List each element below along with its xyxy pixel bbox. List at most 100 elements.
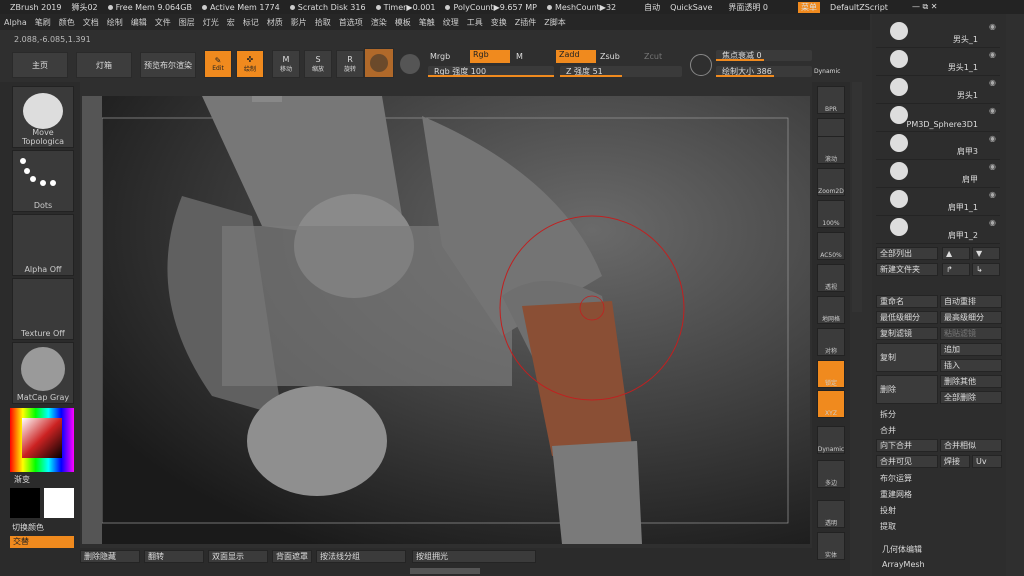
brush-tile[interactable]: Move Topologica [12, 86, 74, 148]
switch-color-button[interactable]: 切换颜色 [12, 522, 44, 533]
subtool-item[interactable]: 肩甲 ◉ [876, 158, 1000, 188]
menu-item-1[interactable]: 笔刷 [35, 17, 51, 28]
arrow-up-button[interactable]: ▲ [942, 247, 970, 260]
menu-item-18[interactable]: 纹理 [443, 17, 459, 28]
menu-item-11[interactable]: 材质 [267, 17, 283, 28]
lightbox-button[interactable]: 灯箱 [76, 52, 132, 78]
paste-button[interactable]: 粘贴滤镜 [940, 327, 1002, 340]
menu-item-9[interactable]: 宏 [227, 17, 235, 28]
bottom-scroll-handle[interactable] [410, 568, 480, 574]
menu-item-20[interactable]: 变换 [491, 17, 507, 28]
arrow-down-button[interactable]: ▼ [972, 247, 1000, 260]
menu-item-22[interactable]: Z脚本 [544, 17, 565, 28]
move-down-button[interactable]: ↳ [972, 263, 1000, 276]
m-button[interactable]: M [516, 52, 523, 61]
menu-item-21[interactable]: Z插件 [515, 17, 536, 28]
menu-item-3[interactable]: 文档 [83, 17, 99, 28]
copy-button[interactable]: 复制滤镜 [876, 327, 938, 340]
right-tool-5[interactable]: AC50% [817, 232, 845, 260]
lowest-subdiv-button[interactable]: 最低级细分 [876, 311, 938, 324]
rgb-intensity-slider[interactable]: Rgb 强度 100 [428, 66, 554, 77]
interface-transparency[interactable]: 界面透明 0 [728, 2, 768, 13]
menu-item-10[interactable]: 标记 [243, 17, 259, 28]
merge-similar-button[interactable]: 合并相似 [940, 439, 1002, 452]
move-button[interactable]: M 移动 [272, 50, 300, 78]
subtool-item[interactable]: 肩甲1_2 ◉ [876, 214, 1000, 244]
menu-item-12[interactable]: 影片 [291, 17, 307, 28]
rgb-button[interactable]: Rgb [470, 50, 510, 63]
merge-section[interactable]: 合并 [880, 425, 896, 436]
right-tool-10[interactable]: XYZ [817, 390, 845, 418]
canvas-viewport[interactable] [82, 96, 810, 544]
zsub-button[interactable]: Zsub [600, 52, 620, 61]
split-section[interactable]: 拆分 [880, 409, 896, 420]
color-picker[interactable] [10, 408, 74, 472]
right-tool-8[interactable]: 对称 [817, 328, 845, 356]
eye-icon[interactable]: ◉ [989, 162, 996, 171]
merge-down-button[interactable]: 向下合并 [876, 439, 938, 452]
double-sided-button[interactable]: 双面显示 [208, 550, 268, 563]
boolean-section[interactable]: 布尔运算 [880, 473, 912, 484]
material-swatch[interactable] [364, 48, 394, 78]
menu-item-2[interactable]: 颜色 [59, 17, 75, 28]
right-tool-13[interactable]: 透明 [817, 500, 845, 528]
focal-shift-slider[interactable]: 焦点衰减 0 [716, 50, 812, 61]
weld-button[interactable]: 焊接 [940, 455, 970, 468]
menu-item-16[interactable]: 模板 [395, 17, 411, 28]
texture-tile[interactable]: Texture Off [12, 278, 74, 340]
append-button[interactable]: 追加 [940, 343, 1002, 356]
subtool-item[interactable]: 男头1 ◉ [876, 74, 1000, 104]
menu-item-14[interactable]: 首选项 [339, 17, 363, 28]
preview-boolean-button[interactable]: 预览布尔渲染 [140, 52, 196, 78]
delete-other-button[interactable]: 删除其他 [940, 375, 1002, 388]
subtool-item[interactable]: 肩甲3 ◉ [876, 130, 1000, 160]
new-folder-button[interactable]: 新建文件夹 [876, 263, 938, 276]
auto-reorder-button[interactable]: 自动重排 [940, 295, 1002, 308]
window-controls[interactable]: — ⧉ ✕ [912, 2, 938, 12]
arraymesh-section[interactable]: ArrayMesh [882, 560, 925, 569]
flip-button[interactable]: 翻转 [144, 550, 204, 563]
move-up-button[interactable]: ↱ [942, 263, 970, 276]
subtool-item[interactable]: PM3D_Sphere3D1 ◉ [876, 102, 1000, 132]
right-tool-3[interactable]: Zoom2D [817, 168, 845, 196]
menu-item-17[interactable]: 笔触 [419, 17, 435, 28]
menu-item-6[interactable]: 文件 [155, 17, 171, 28]
draw-size-slider[interactable]: 绘制大小 386 [716, 66, 812, 77]
insert-button[interactable]: 插入 [940, 359, 1002, 372]
stroke-tile[interactable]: Dots [12, 150, 74, 212]
group-by-normals-button[interactable]: 按法线分组 [316, 550, 406, 563]
zadd-button[interactable]: Zadd [556, 50, 596, 63]
main-color[interactable] [10, 488, 40, 518]
right-tool-7[interactable]: 地网格 [817, 296, 845, 324]
eye-icon[interactable]: ◉ [989, 134, 996, 143]
mrgb-button[interactable]: Mrgb [430, 52, 450, 61]
delete-hidden-button[interactable]: 删除隐藏 [80, 550, 140, 563]
delete-all-button[interactable]: 全部删除 [940, 391, 1002, 404]
alpha-tile[interactable]: Alpha Off [12, 214, 74, 276]
quicksave-button[interactable]: QuickSave [670, 3, 712, 12]
color-square[interactable] [22, 418, 62, 458]
rotate-button[interactable]: R 旋转 [336, 50, 364, 78]
project-section[interactable]: 投射 [880, 505, 896, 516]
merge-visible-button[interactable]: 合并可见 [876, 455, 938, 468]
highest-subdiv-button[interactable]: 最高级细分 [940, 311, 1002, 324]
extract-section[interactable]: 提取 [880, 521, 896, 532]
geometry-section[interactable]: 几何体编辑 [882, 544, 922, 555]
eye-icon[interactable]: ◉ [989, 50, 996, 59]
eye-icon[interactable]: ◉ [989, 22, 996, 31]
z-intensity-slider[interactable]: Z 强度 51 [560, 66, 682, 77]
right-tool-14[interactable]: 实体 [817, 532, 845, 560]
default-zscript[interactable]: DefaultZScript [830, 3, 888, 12]
menu-item-8[interactable]: 灯光 [203, 17, 219, 28]
subtool-item[interactable]: 肩甲1_1 ◉ [876, 186, 1000, 216]
secondary-color[interactable] [44, 488, 74, 518]
eye-icon[interactable]: ◉ [989, 190, 996, 199]
right-tool-11[interactable]: Dynamic [817, 426, 845, 454]
backface-mask-button[interactable]: 背面遮罩 [272, 550, 312, 563]
eye-icon[interactable]: ◉ [989, 218, 996, 227]
subtool-item[interactable]: 男头1_1 ◉ [876, 46, 1000, 76]
menu-item-13[interactable]: 拾取 [315, 17, 331, 28]
group-smooth-slider[interactable]: 按组拥光 [412, 550, 536, 563]
scrollbar[interactable] [852, 82, 862, 312]
right-tool-0[interactable]: BPR [817, 86, 845, 114]
